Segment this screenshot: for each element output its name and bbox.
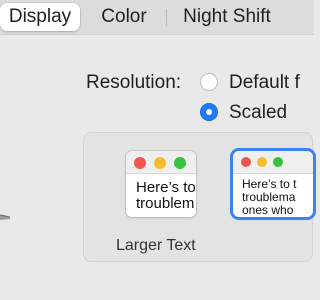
resolution-option-default[interactable]: Default f (200, 71, 320, 95)
tab-night-shift[interactable]: Night Shift (169, 3, 285, 31)
display-device-icon (0, 214, 11, 220)
scaling-caption-larger-text: Larger Text (116, 237, 196, 254)
resolution-option-scaled[interactable]: Scaled (200, 101, 320, 125)
radio-scaled[interactable] (200, 103, 218, 121)
scaling-preview-selected[interactable]: Here’s to t troublema ones who (233, 151, 313, 217)
tab-color[interactable]: Color (88, 3, 160, 31)
tab-bar: Display Color Night Shift (0, 0, 314, 35)
tab-display[interactable]: Display (0, 3, 80, 31)
minimize-traffic-light-icon (154, 157, 166, 169)
tab-separator (166, 9, 167, 26)
scaling-preview-larger-text[interactable]: Here’s to t troublem (126, 151, 196, 217)
zoom-traffic-light-icon (174, 157, 186, 169)
minimize-traffic-light-icon (257, 157, 267, 167)
preview-titlebar (233, 151, 313, 174)
close-traffic-light-icon (134, 157, 146, 169)
resolution-option-scaled-label: Scaled (229, 102, 288, 123)
close-traffic-light-icon (241, 157, 251, 167)
resolution-label: Resolution: (86, 72, 182, 93)
resolution-option-default-label: Default f (229, 72, 300, 93)
preview-titlebar (126, 151, 196, 174)
zoom-traffic-light-icon (273, 157, 283, 167)
preview-sample-text: Here’s to t troublem (136, 179, 196, 212)
preview-sample-text: Here’s to t troublema ones who (242, 177, 297, 217)
radio-default[interactable] (200, 73, 218, 91)
